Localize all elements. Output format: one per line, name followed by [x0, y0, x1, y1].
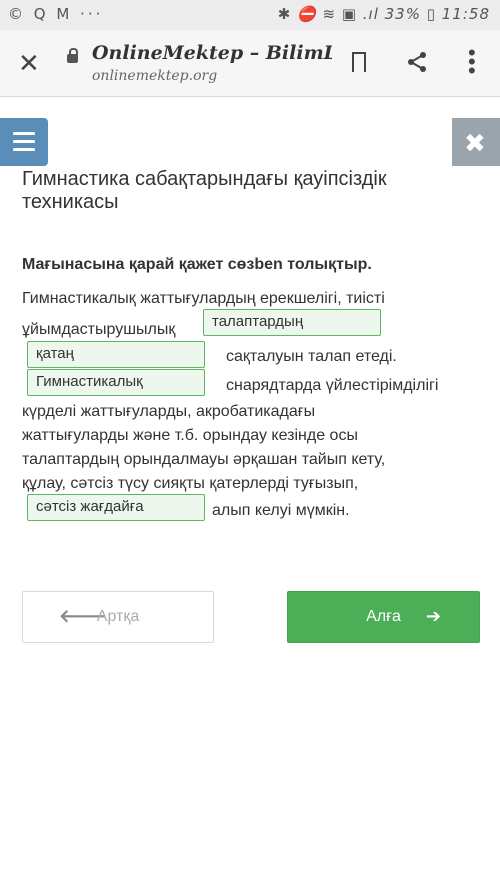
bookmark-icon[interactable] — [352, 52, 366, 73]
exercise-line: жаттығуларды және т.б. орындау кезінде о… — [22, 427, 358, 444]
next-button-label: Алға — [366, 608, 401, 625]
hamburger-menu-button[interactable] — [0, 118, 48, 166]
more-menu-icon[interactable]: • • • — [468, 42, 476, 82]
close-icon: ✖ — [464, 129, 486, 159]
exercise-line: Гимнастикалық жаттығулардың ерекшелігі, … — [22, 290, 385, 307]
exercise-line: сақталуын талап етеді. — [226, 348, 397, 365]
exercise-line: құлау, сәтсіз түсу сияқты қатерлерді туғ… — [22, 475, 359, 492]
system-status: ✱ ⛔ ≋ ▣ .ıl 33% ▯ 11:58 — [277, 5, 490, 23]
close-panel-button[interactable]: ✖ — [452, 118, 500, 166]
browser-toolbar: ✕ OnlineMektep – BilimL... onlinemektep.… — [0, 30, 500, 97]
back-button[interactable]: 🡐 Артқа — [22, 591, 214, 643]
exercise-line: ұйымдастырушылық — [22, 321, 176, 338]
status-bar: © Q M ··· ✱ ⛔ ≋ ▣ .ıl 33% ▯ 11:58 — [0, 0, 500, 30]
back-button-label: Артқа — [96, 608, 140, 625]
answer-blank-4[interactable]: сәтсіз жағдайға — [27, 494, 205, 521]
site-title[interactable]: OnlineMektep – BilimL... — [92, 42, 332, 64]
exercise-line: талаптардың орындалмауы әрқашан тайып ке… — [22, 451, 386, 468]
answer-blank-1[interactable]: талаптардың — [203, 309, 381, 336]
instruction-text: Мағынасына қарай қажет сөзben толықтыр. — [22, 256, 372, 273]
answer-blank-3[interactable]: Гимнастикалық — [27, 369, 205, 396]
close-tab-icon[interactable]: ✕ — [18, 50, 40, 76]
next-button[interactable]: Алға ➔ — [287, 591, 480, 643]
page-title: Гимнастика сабақтарындағы қауіпсіздік те… — [22, 168, 387, 213]
hamburger-icon-bar — [13, 140, 35, 143]
exercise-line: снарядтарда үйлестірімділігі — [226, 377, 439, 394]
exercise-line: алып келуі мүмкін. — [212, 502, 350, 519]
site-domain[interactable]: onlinemektep.org — [92, 68, 217, 84]
share-icon[interactable] — [405, 50, 429, 74]
hamburger-icon-bar — [13, 148, 35, 151]
hamburger-icon — [13, 132, 35, 135]
exercise-line: күрделі жаттығуларды, акробатикадағы — [22, 403, 316, 420]
arrow-right-icon: ➔ — [425, 606, 441, 627]
lock-icon — [67, 48, 78, 63]
notification-icons: © Q M ··· — [8, 5, 104, 23]
answer-blank-2[interactable]: қатаң — [27, 341, 205, 368]
